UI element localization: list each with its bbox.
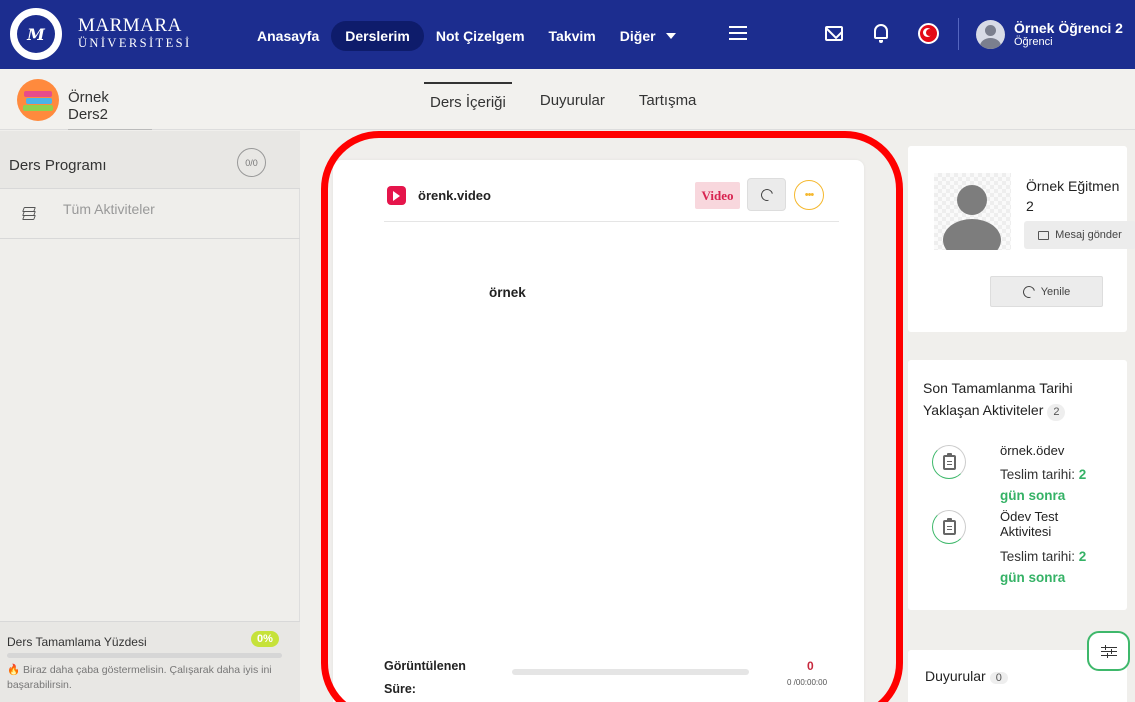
- tab-discussion[interactable]: Tartışma: [639, 82, 697, 111]
- all-activities-item[interactable]: Tüm Aktiviteler: [0, 189, 300, 239]
- main-nav: Anasayfa Derslerim Not Çizelgem Takvim D…: [245, 21, 688, 51]
- activity-card: örenk.video Video ••• örnek Görüntülenen…: [333, 160, 864, 702]
- upcoming-count-badge: 2: [1047, 403, 1066, 421]
- watched-duration-label: Görüntülenen Süre:: [384, 659, 466, 696]
- refresh-icon: [758, 186, 775, 203]
- mail-icon[interactable]: [825, 26, 843, 41]
- refresh-label: Yenile: [1040, 285, 1071, 298]
- refresh-button[interactable]: Yenile: [990, 276, 1103, 307]
- user-role: Öğrenci: [1014, 36, 1053, 49]
- upcoming-item-due: Teslim tarihi: 2 gün sonra: [1000, 465, 1110, 507]
- brand-name: MARMARA ÜNİVERSİTESİ: [78, 16, 192, 50]
- upcoming-title: Son Tamamlanma Tarihi Yaklaşan Aktivitel…: [923, 378, 1073, 421]
- user-avatar[interactable]: [976, 20, 1005, 49]
- tab-course-content[interactable]: Ders İçeriği: [424, 82, 512, 111]
- activity-type-badge: Video: [695, 182, 740, 209]
- completion-section: Ders Tamamlama Yüzdesi 0% 🔥 Biraz daha ç…: [0, 621, 300, 702]
- course-program-panel: Ders Programı 0/0 Tüm Aktiviteler Ders T…: [0, 131, 300, 702]
- watched-time: 0 /00:00:00: [787, 678, 828, 687]
- top-navbar: M MARMARA ÜNİVERSİTESİ Anasayfa Dersleri…: [0, 0, 1135, 69]
- refresh-activity-button[interactable]: [747, 178, 786, 211]
- flame-icon: 🔥: [7, 664, 21, 676]
- nav-home[interactable]: Anasayfa: [245, 21, 331, 51]
- chat-icon: [1038, 230, 1050, 240]
- turkish-flag-icon[interactable]: [918, 23, 939, 44]
- refresh-icon: [1020, 283, 1037, 300]
- user-name: Örnek Öğrenci 2: [1014, 20, 1123, 36]
- completion-hint-text: Biraz daha çaba göstermelisin. Çalışarak…: [7, 664, 272, 692]
- completion-hint: 🔥 Biraz daha çaba göstermelisin. Çalışar…: [7, 663, 292, 693]
- nav-grades[interactable]: Not Çizelgem: [424, 21, 537, 51]
- video-icon: [387, 186, 406, 205]
- course-title: Örnek Ders2: [68, 89, 152, 130]
- instructor-name: Örnek Eğitmen 2: [1026, 178, 1120, 215]
- program-progress-count: 0/0: [237, 148, 266, 177]
- upcoming-title-line1: Son Tamamlanma Tarihi: [923, 380, 1073, 396]
- announcements-title: Duyurular 0: [925, 668, 1008, 684]
- filter-sliders-button[interactable]: [1087, 631, 1130, 671]
- brand-line2: ÜNİVERSİTESİ: [78, 36, 192, 50]
- watched-progress-bar: [512, 669, 749, 675]
- upcoming-title-line2: Yaklaşan Aktiviteler: [923, 401, 1044, 418]
- course-header: Örnek Ders2 Ders İçeriği Duyurular Tartı…: [0, 69, 1135, 130]
- assignment-icon[interactable]: [932, 510, 966, 544]
- all-activities-label: Tüm Aktiviteler: [63, 201, 155, 217]
- logo-emblem: M: [17, 15, 55, 53]
- upcoming-item-due: Teslim tarihi: 2 gün sonra: [1000, 547, 1110, 589]
- course-tabs: Ders İçeriği Duyurular Tartışma: [424, 82, 730, 111]
- due-label: Teslim tarihi:: [1000, 549, 1076, 564]
- send-message-button[interactable]: Mesaj gönder: [1024, 221, 1135, 249]
- user-info[interactable]: Örnek Öğrenci 2 Öğrenci: [1014, 20, 1123, 49]
- university-logo[interactable]: M: [10, 8, 62, 60]
- activity-content: örnek: [489, 285, 526, 300]
- ellipsis-icon: •••: [804, 189, 815, 201]
- send-message-label: Mesaj gönder: [1055, 229, 1122, 241]
- program-title: Ders Programı: [9, 157, 107, 174]
- activity-title: örenk.video: [418, 188, 491, 203]
- announcements-count-badge: 0: [989, 672, 1008, 684]
- nav-other-dropdown[interactable]: Diğer: [608, 21, 688, 51]
- divider: [958, 18, 959, 50]
- card-divider: [384, 221, 839, 222]
- completion-title: Ders Tamamlama Yüzdesi: [7, 635, 147, 649]
- nav-other-label: Diğer: [619, 28, 656, 44]
- upcoming-item-name[interactable]: örnek.ödev: [1000, 443, 1064, 459]
- completion-badge: 0%: [251, 631, 279, 647]
- watched-count: 0: [807, 659, 814, 673]
- chevron-down-icon: [665, 33, 676, 39]
- completion-bar: [7, 653, 282, 658]
- upcoming-activities-card: Son Tamamlanma Tarihi Yaklaşan Aktivitel…: [908, 360, 1127, 610]
- course-books-icon: [17, 79, 59, 121]
- nav-calendar[interactable]: Takvim: [537, 21, 608, 51]
- nav-my-courses[interactable]: Derslerim: [331, 21, 424, 51]
- more-options-button[interactable]: •••: [794, 180, 824, 210]
- due-label: Teslim tarihi:: [1000, 467, 1076, 482]
- assignment-icon[interactable]: [932, 445, 966, 479]
- program-header: Ders Programı 0/0: [0, 131, 300, 189]
- upcoming-item-name[interactable]: Ödev Test Aktivitesi: [1000, 509, 1110, 540]
- instructor-card: Örnek Eğitmen 2 Mesaj gönder Yenile: [908, 146, 1135, 332]
- sliders-icon: [1100, 644, 1117, 658]
- brand-line1: MARMARA: [78, 15, 182, 36]
- layers-icon: [22, 206, 36, 220]
- bell-icon[interactable]: [874, 24, 888, 43]
- menu-icon[interactable]: [729, 26, 747, 40]
- announcements-label: Duyurular: [925, 668, 986, 684]
- tab-announcements[interactable]: Duyurular: [540, 82, 605, 111]
- instructor-avatar: [934, 173, 1011, 250]
